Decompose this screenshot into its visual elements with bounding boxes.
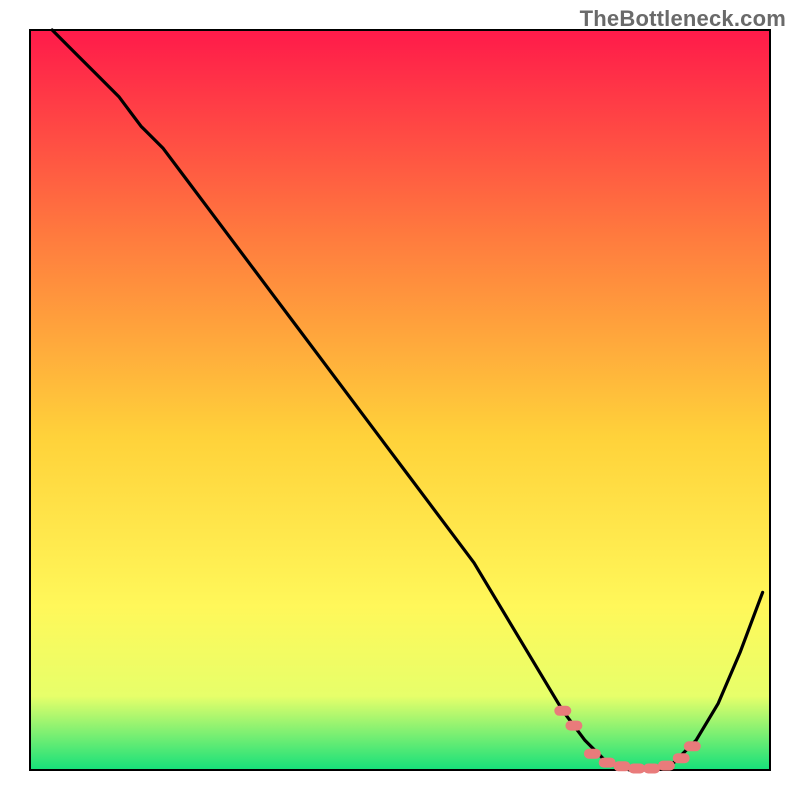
plot-background xyxy=(30,30,770,770)
marker-dot xyxy=(644,764,660,773)
marker-dot xyxy=(629,764,645,773)
chart-container: { "watermark": "TheBottleneck.com", "col… xyxy=(0,0,800,800)
bottleneck-chart xyxy=(0,0,800,800)
marker-dot xyxy=(555,706,571,715)
marker-dot xyxy=(673,754,689,763)
marker-dot xyxy=(566,721,582,730)
marker-dot xyxy=(658,761,674,770)
marker-dot xyxy=(684,742,700,751)
marker-dot xyxy=(599,758,615,767)
marker-dot xyxy=(614,762,630,771)
marker-dot xyxy=(584,749,600,758)
